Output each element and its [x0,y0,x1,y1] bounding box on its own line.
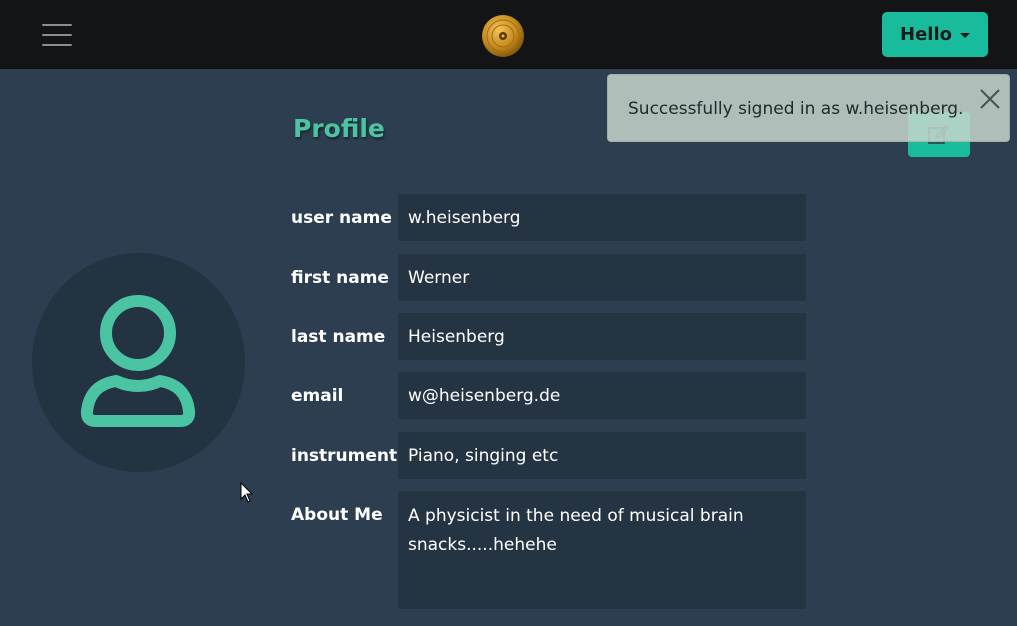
email-field[interactable]: w@heisenberg.de [398,372,806,419]
mouse-cursor-icon [240,482,254,503]
toast-message: Successfully signed in as w.heisenberg. [628,99,964,119]
last-name-field[interactable]: Heisenberg [398,313,806,360]
signin-toast: Successfully signed in as w.heisenberg. [607,74,1010,142]
user-menu-button[interactable]: Hello [882,12,988,57]
page-title: Profile [293,114,385,143]
first-name-label: first name [291,268,389,288]
user-menu-label: Hello [900,24,952,45]
username-label: user name [291,208,392,228]
about-me-label: About Me [291,505,383,525]
hamburger-icon[interactable] [42,24,72,48]
navbar: Hello [0,0,1017,69]
avatar [32,253,245,472]
about-me-field[interactable]: A physicist in the need of musical brain… [398,491,806,609]
email-label: email [291,386,344,406]
username-field[interactable]: w.heisenberg [398,194,806,241]
close-icon[interactable] [979,88,1001,110]
last-name-label: last name [291,327,386,347]
instruments-field[interactable]: Piano, singing etc [398,432,806,479]
user-icon [80,295,196,427]
first-name-field[interactable]: Werner [398,254,806,301]
instruments-label: instruments [291,446,408,466]
vinyl-record-icon[interactable] [481,14,525,58]
caret-down-icon [959,33,970,38]
